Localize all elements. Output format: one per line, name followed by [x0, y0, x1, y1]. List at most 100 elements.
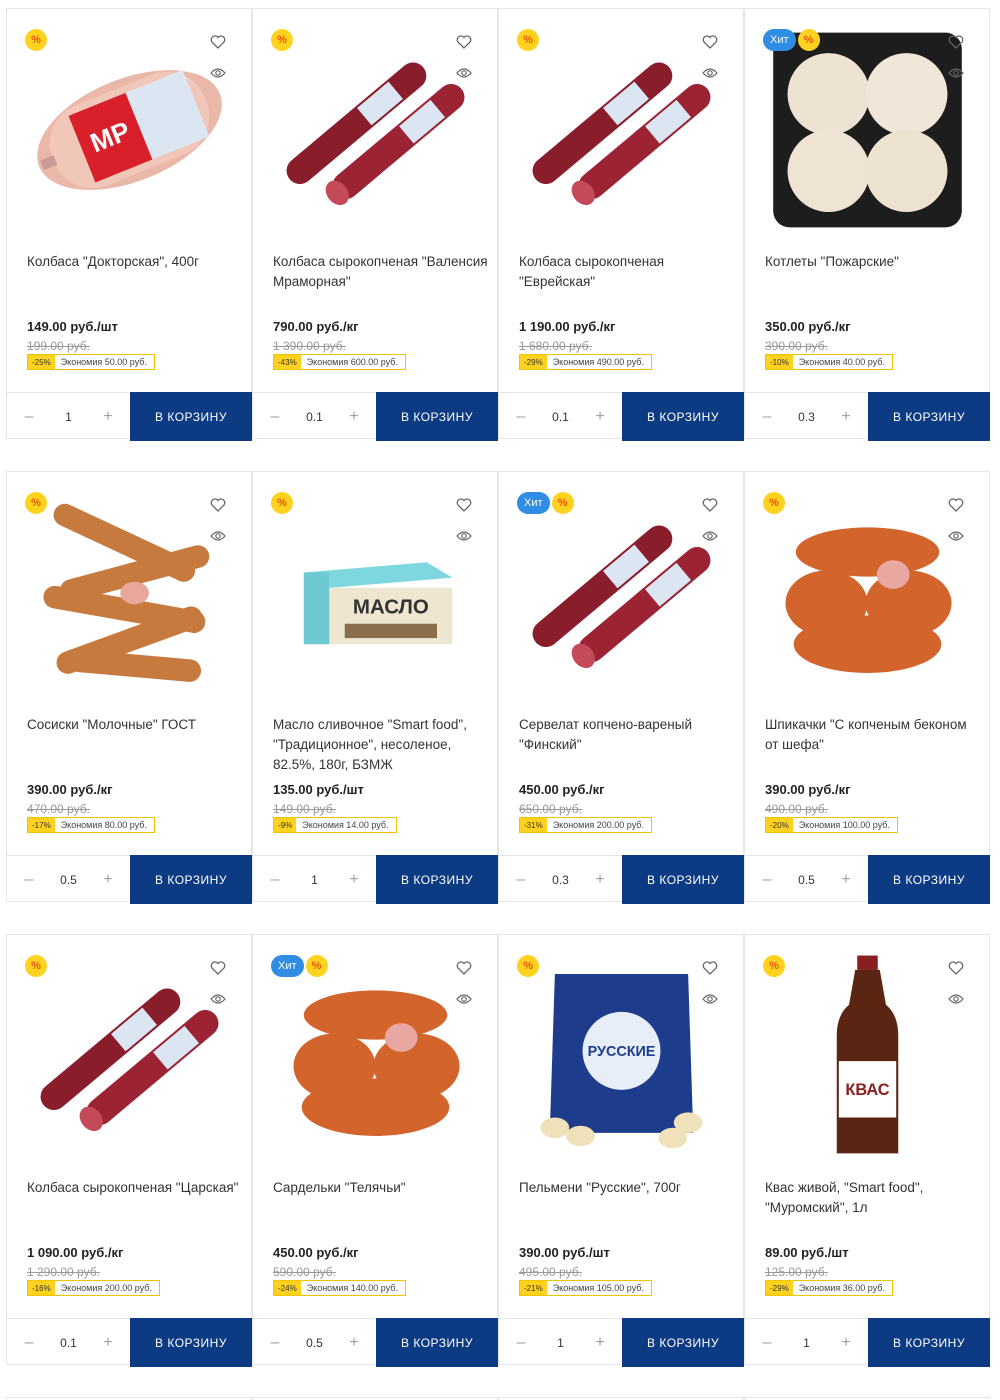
add-to-cart-button[interactable]: В КОРЗИНУ: [130, 855, 252, 904]
quantity-value[interactable]: 1: [65, 410, 72, 424]
add-to-cart-button[interactable]: В КОРЗИНУ: [130, 392, 252, 441]
minus-button[interactable]: –: [268, 1334, 282, 1352]
plus-button[interactable]: +: [101, 871, 115, 889]
product-name[interactable]: Колбаса сырокопченая "Царская": [27, 1178, 242, 1198]
eye-icon[interactable]: [948, 529, 964, 541]
product-image[interactable]: [519, 488, 724, 698]
product-image[interactable]: [27, 488, 232, 698]
quantity-value[interactable]: 0.1: [552, 410, 569, 424]
add-to-cart-button[interactable]: В КОРЗИНУ: [376, 855, 498, 904]
quantity-stepper[interactable]: – 1 +: [6, 408, 131, 426]
product-name[interactable]: Сардельки "Телячьи": [273, 1178, 488, 1198]
quantity-stepper[interactable]: – 0.5 +: [744, 871, 869, 889]
plus-button[interactable]: +: [839, 871, 853, 889]
quantity-value[interactable]: 0.3: [552, 873, 569, 887]
product-name[interactable]: Квас живой, "Smart food", "Муромский", 1…: [765, 1178, 980, 1218]
heart-icon[interactable]: [702, 498, 718, 512]
quantity-value[interactable]: 0.1: [60, 1336, 77, 1350]
product-image[interactable]: [765, 25, 970, 235]
product-image[interactable]: [273, 25, 478, 235]
product-name[interactable]: Сервелат копчено-вареный "Финский": [519, 715, 734, 755]
product-card[interactable]: Хит % Сардельки "Телячьи" 450.00 руб./кг…: [252, 934, 498, 1367]
heart-icon[interactable]: [456, 498, 472, 512]
add-to-cart-button[interactable]: В КОРЗИНУ: [376, 392, 498, 441]
plus-button[interactable]: +: [347, 408, 361, 426]
product-image[interactable]: МАСЛО: [273, 488, 478, 698]
heart-icon[interactable]: [456, 35, 472, 49]
eye-icon[interactable]: [210, 992, 226, 1004]
heart-icon[interactable]: [948, 961, 964, 975]
quantity-value[interactable]: 1: [557, 1336, 564, 1350]
add-to-cart-button[interactable]: В КОРЗИНУ: [868, 392, 990, 441]
minus-button[interactable]: –: [514, 1334, 528, 1352]
heart-icon[interactable]: [210, 498, 226, 512]
quantity-stepper[interactable]: – 0.5 +: [6, 871, 131, 889]
quantity-stepper[interactable]: – 0.5 +: [252, 1334, 377, 1352]
minus-button[interactable]: –: [22, 408, 36, 426]
add-to-cart-button[interactable]: В КОРЗИНУ: [868, 1318, 990, 1367]
eye-icon[interactable]: [210, 529, 226, 541]
product-card[interactable]: МАСЛО % Масло сливочное "Smart food", "Т…: [252, 471, 498, 904]
add-to-cart-button[interactable]: В КОРЗИНУ: [622, 392, 744, 441]
minus-button[interactable]: –: [514, 871, 528, 889]
eye-icon[interactable]: [210, 66, 226, 78]
heart-icon[interactable]: [702, 35, 718, 49]
product-card[interactable]: КВАС % Квас живой, "Smart food", "Муромс…: [744, 934, 990, 1367]
heart-icon[interactable]: [210, 35, 226, 49]
product-card[interactable]: % Сосиски "Молочные" ГОСТ 390.00 руб./кг…: [6, 471, 252, 904]
product-name[interactable]: Сосиски "Молочные" ГОСТ: [27, 715, 242, 735]
eye-icon[interactable]: [456, 529, 472, 541]
quantity-value[interactable]: 1: [803, 1336, 810, 1350]
quantity-stepper[interactable]: – 0.3 +: [744, 408, 869, 426]
product-card[interactable]: % Колбаса сырокопченая "Валенсия Мраморн…: [252, 8, 498, 441]
heart-icon[interactable]: [210, 961, 226, 975]
quantity-value[interactable]: 0.5: [306, 1336, 323, 1350]
quantity-stepper[interactable]: – 0.1 +: [498, 408, 623, 426]
product-image[interactable]: MP: [27, 25, 232, 235]
plus-button[interactable]: +: [839, 408, 853, 426]
minus-button[interactable]: –: [268, 408, 282, 426]
product-image[interactable]: КВАС: [765, 951, 970, 1161]
plus-button[interactable]: +: [347, 1334, 361, 1352]
product-card[interactable]: РУССКИЕ % Пельмени "Русские", 700г 390.0…: [498, 934, 744, 1367]
quantity-stepper[interactable]: – 1 +: [744, 1334, 869, 1352]
add-to-cart-button[interactable]: В КОРЗИНУ: [868, 855, 990, 904]
plus-button[interactable]: +: [839, 1334, 853, 1352]
eye-icon[interactable]: [702, 529, 718, 541]
heart-icon[interactable]: [456, 961, 472, 975]
product-name[interactable]: Шпикачки "С копченым беконом от шефа": [765, 715, 980, 755]
product-image[interactable]: [27, 951, 232, 1161]
minus-button[interactable]: –: [268, 871, 282, 889]
quantity-stepper[interactable]: – 0.1 +: [252, 408, 377, 426]
plus-button[interactable]: +: [347, 871, 361, 889]
product-name[interactable]: Колбаса "Докторская", 400г: [27, 252, 242, 272]
product-name[interactable]: Котлеты "Пожарские": [765, 252, 980, 272]
product-name[interactable]: Колбаса сырокопченая "Валенсия Мраморная…: [273, 252, 488, 292]
product-image[interactable]: [273, 951, 478, 1161]
eye-icon[interactable]: [702, 992, 718, 1004]
minus-button[interactable]: –: [760, 408, 774, 426]
quantity-value[interactable]: 0.5: [60, 873, 77, 887]
add-to-cart-button[interactable]: В КОРЗИНУ: [622, 1318, 744, 1367]
add-to-cart-button[interactable]: В КОРЗИНУ: [376, 1318, 498, 1367]
product-card[interactable]: Хит % Котлеты "Пожарские" 350.00 руб./кг…: [744, 8, 990, 441]
product-card[interactable]: % Колбаса сырокопченая "Еврейская" 1 190…: [498, 8, 744, 441]
quantity-stepper[interactable]: – 1 +: [252, 871, 377, 889]
minus-button[interactable]: –: [22, 1334, 36, 1352]
quantity-value[interactable]: 0.3: [798, 410, 815, 424]
plus-button[interactable]: +: [101, 408, 115, 426]
quantity-stepper[interactable]: – 1 +: [498, 1334, 623, 1352]
product-image[interactable]: [519, 25, 724, 235]
minus-button[interactable]: –: [22, 871, 36, 889]
eye-icon[interactable]: [948, 66, 964, 78]
heart-icon[interactable]: [948, 498, 964, 512]
eye-icon[interactable]: [702, 66, 718, 78]
add-to-cart-button[interactable]: В КОРЗИНУ: [622, 855, 744, 904]
product-image[interactable]: РУССКИЕ: [519, 951, 724, 1161]
product-name[interactable]: Масло сливочное "Smart food", "Традицион…: [273, 715, 488, 775]
product-card[interactable]: MP % Колбаса "Докторская", 400г 149.00 р…: [6, 8, 252, 441]
plus-button[interactable]: +: [593, 1334, 607, 1352]
product-card[interactable]: % Колбаса сырокопченая "Царская" 1 090.0…: [6, 934, 252, 1367]
heart-icon[interactable]: [702, 961, 718, 975]
eye-icon[interactable]: [456, 992, 472, 1004]
